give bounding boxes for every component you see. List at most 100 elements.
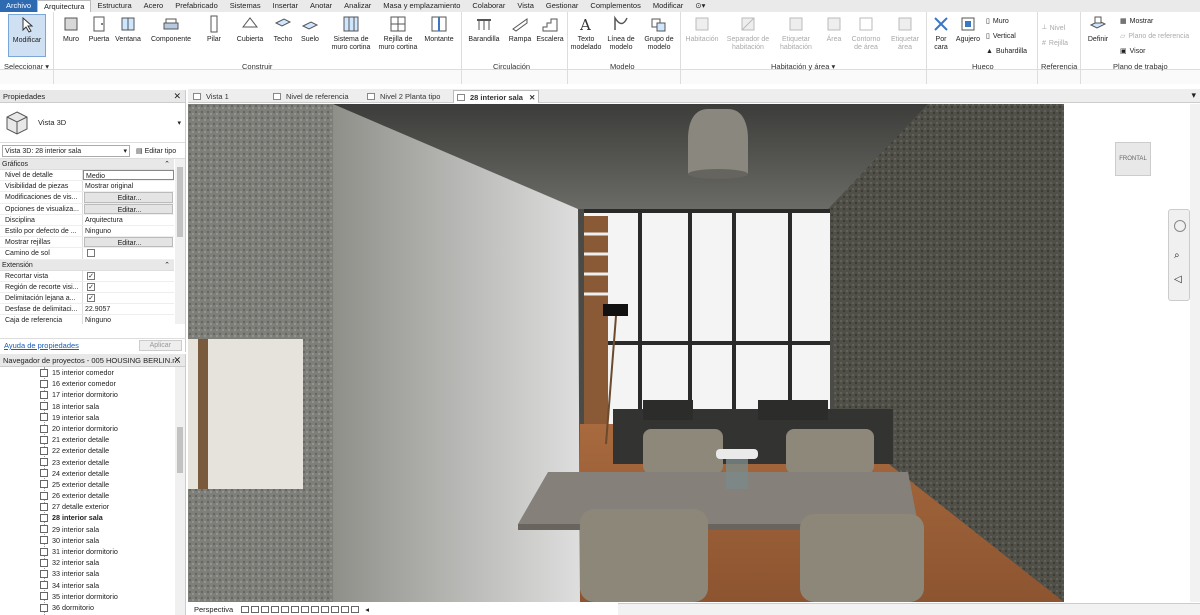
checkbox[interactable]: [87, 249, 95, 258]
visual-style-icon[interactable]: [251, 605, 260, 613]
tab-nivel-2[interactable]: Nivel 2 Planta tipo: [364, 90, 454, 103]
menu-complementos[interactable]: Complementos: [584, 0, 646, 12]
muro-hueco-button[interactable]: ▯ Muro: [986, 16, 1009, 26]
montante-button[interactable]: Montante: [422, 14, 456, 44]
barandilla-button[interactable]: Barandilla: [466, 14, 502, 44]
browser-view-item[interactable]: 33 interior sala: [0, 568, 185, 579]
menu-masa[interactable]: Masa y emplazamiento: [377, 0, 466, 12]
hide-icon[interactable]: [321, 605, 330, 613]
browser-view-item[interactable]: 27 detalle exterior: [0, 501, 185, 512]
area-button[interactable]: Área: [822, 14, 846, 44]
group-extension[interactable]: Extensión ⌃: [0, 259, 174, 271]
texto-modelado-button[interactable]: A Texto modelado: [568, 14, 604, 52]
instance-dropdown[interactable]: Vista 3D: 28 interior sala: [2, 144, 130, 157]
browser-view-item[interactable]: 32 interior sala: [0, 557, 185, 568]
checkbox[interactable]: ✓: [87, 294, 95, 303]
menu-sistemas[interactable]: Sistemas: [224, 0, 267, 12]
browser-view-item[interactable]: 21 exterior detalle: [0, 434, 185, 445]
browser-view-item[interactable]: 19 interior sala: [0, 412, 185, 423]
nivel-button[interactable]: ⟂ Nivel: [1042, 23, 1065, 33]
rejilla-muro-cortina-button[interactable]: Rejilla de muro cortina: [376, 14, 420, 52]
escalera-button[interactable]: Escalera: [535, 14, 565, 44]
menu-prefabricado[interactable]: Prefabricado: [169, 0, 224, 12]
techo-button[interactable]: Techo: [271, 14, 295, 44]
panel-habitacion-area[interactable]: Habitación y área ▾: [771, 62, 835, 71]
checkbox[interactable]: ✓: [87, 271, 95, 280]
por-cara-button[interactable]: Por cara: [930, 14, 952, 52]
edit-type-button[interactable]: ▤ Editar tipo: [136, 147, 176, 155]
mostrar-button[interactable]: ▦ Mostrar: [1120, 16, 1153, 26]
browser-view-item[interactable]: 28 interior sala: [0, 512, 185, 523]
linea-modelo-button[interactable]: Línea de modelo: [605, 14, 637, 52]
cubierta-button[interactable]: Cubierta: [233, 14, 267, 44]
buhardilla-button[interactable]: ▲ Buhardilla: [986, 46, 1027, 56]
3d-viewport[interactable]: [188, 104, 1064, 602]
habitacion-button[interactable]: Habitación: [683, 14, 721, 44]
temp-view-icon[interactable]: [331, 605, 340, 613]
visor-button[interactable]: ▣ Visor: [1120, 46, 1145, 56]
crop-icon[interactable]: [291, 605, 300, 613]
tab-28-interior-sala[interactable]: 28 interior sala ✕: [453, 90, 539, 103]
etiquetar-habitacion-button[interactable]: Etiquetar habitación: [776, 14, 816, 52]
browser-view-item[interactable]: 35 interior dormitorio: [0, 591, 185, 602]
plano-referencia-button[interactable]: ▱ Plano de referencia: [1120, 31, 1189, 41]
menu-modificar[interactable]: Modificar: [647, 0, 689, 12]
separador-habitacion-button[interactable]: Separador de habitación: [726, 14, 770, 52]
close-tab-icon[interactable]: ✕: [529, 93, 535, 102]
menu-vista[interactable]: Vista: [511, 0, 540, 12]
rampa-button[interactable]: Rampa: [507, 14, 533, 44]
browser-view-item[interactable]: 16 exterior comedor: [0, 378, 185, 389]
browser-view-item[interactable]: 22 exterior detalle: [0, 445, 185, 456]
panel-seleccionar[interactable]: Seleccionar ▾: [4, 62, 49, 71]
muro-button[interactable]: Muro: [58, 14, 84, 44]
zoom-icon[interactable]: ⌕: [1174, 250, 1180, 261]
browser-view-item[interactable]: 31 interior dormitorio: [0, 546, 185, 557]
browser-view-item[interactable]: 15 interior comedor: [0, 367, 185, 378]
browser-view-item[interactable]: 29 interior sala: [0, 524, 185, 535]
steering-wheel-icon[interactable]: [1174, 220, 1186, 232]
menu-arquitectura[interactable]: Arquitectura: [37, 0, 92, 12]
menu-colaborar[interactable]: Colaborar: [466, 0, 511, 12]
lock-icon[interactable]: [311, 605, 320, 613]
browser-view-item[interactable]: 30 interior sala: [0, 535, 185, 546]
property-value[interactable]: Editar...: [84, 192, 173, 203]
detail-level-icon[interactable]: [241, 605, 250, 613]
sun-path-icon[interactable]: [261, 605, 270, 613]
shadows-icon[interactable]: [271, 605, 280, 613]
crop-region-icon[interactable]: [301, 605, 310, 613]
sistema-muro-cortina-button[interactable]: Sistema de muro cortina: [328, 14, 374, 52]
close-icon[interactable]: ✕: [173, 90, 181, 103]
view-cube[interactable]: FRONTAL: [1115, 142, 1151, 176]
scroll-thumb[interactable]: [177, 427, 183, 473]
checkbox[interactable]: ✓: [87, 282, 95, 291]
group-graficos[interactable]: Gráficos ⌃: [0, 159, 174, 170]
etiquetar-area-button[interactable]: Etiquetar área: [888, 14, 922, 52]
property-value[interactable]: Medio: [83, 170, 174, 181]
orbit-icon[interactable]: ◁: [1174, 274, 1182, 285]
menu-analizar[interactable]: Analizar: [338, 0, 377, 12]
view-mode-label[interactable]: Perspectiva: [194, 605, 233, 614]
rejilla-button[interactable]: # Rejilla: [1042, 38, 1068, 48]
menu-estructura[interactable]: Estructura: [91, 0, 137, 12]
close-icon[interactable]: ✕: [173, 354, 181, 367]
viewport-vscroll[interactable]: [1190, 104, 1200, 602]
definir-button[interactable]: Definir: [1086, 14, 1110, 44]
vertical-hueco-button[interactable]: ▯ Vertical: [986, 31, 1016, 41]
menu-insertar[interactable]: Insertar: [267, 0, 304, 12]
agujero-button[interactable]: Agujero: [954, 14, 982, 44]
apply-button[interactable]: Aplicar: [138, 340, 182, 351]
contorno-area-button[interactable]: Contorno de área: [848, 14, 884, 52]
tab-nivel-referencia[interactable]: Nivel de referencia: [270, 90, 362, 103]
modificar-button[interactable]: Modificar: [8, 14, 46, 57]
browser-view-item[interactable]: 36 dormitorio: [0, 602, 185, 613]
properties-scrollbar[interactable]: [175, 159, 185, 324]
grupo-modelo-button[interactable]: Grupo de modelo: [641, 14, 677, 52]
browser-view-item[interactable]: 18 interior sala: [0, 401, 185, 412]
browser-view-item[interactable]: 20 interior dormitorio: [0, 423, 185, 434]
menu-gestionar[interactable]: Gestionar: [540, 0, 585, 12]
browser-scrollbar[interactable]: [175, 367, 185, 615]
menu-anotar[interactable]: Anotar: [304, 0, 338, 12]
scroll-thumb[interactable]: [177, 167, 183, 237]
property-value[interactable]: Editar...: [84, 203, 173, 214]
reveal-icon[interactable]: [341, 605, 350, 613]
